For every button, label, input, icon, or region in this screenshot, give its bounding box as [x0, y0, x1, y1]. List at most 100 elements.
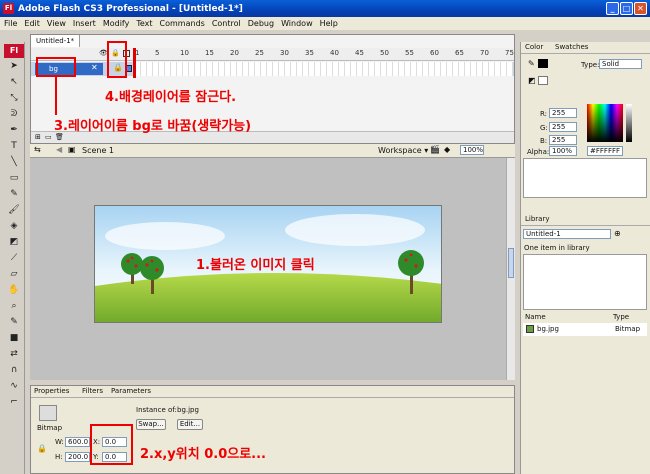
frame-number: 55	[405, 49, 414, 57]
new-folder-icon[interactable]: ▭	[45, 133, 52, 141]
frame-ruler[interactable]: 👁 🔒 1 5 10 15 20 25 30 35 40 45 50 55 60 65 70 75	[31, 48, 514, 61]
hand-tool-icon[interactable]: ✋	[7, 284, 21, 297]
stroke-swatch[interactable]	[538, 59, 548, 68]
snap-magnet-icon[interactable]: ∩	[7, 364, 21, 377]
bitmap-icon	[39, 405, 57, 421]
stage-vertical-scrollbar[interactable]	[506, 158, 515, 380]
menu-debug[interactable]: Debug	[248, 19, 274, 28]
timeline-toggle-icon[interactable]: ⇆	[34, 145, 41, 154]
layer-row[interactable]: bg ✕ 🔒	[31, 62, 514, 76]
paint-bucket-icon[interactable]: ◩	[7, 236, 21, 249]
tab-color[interactable]: Color	[525, 42, 543, 53]
menu-help[interactable]: Help	[320, 19, 338, 28]
color-spectrum[interactable]	[587, 104, 623, 142]
annotation-box-xy	[90, 424, 133, 465]
frame-strip[interactable]	[135, 62, 513, 76]
width-field[interactable]: 600.0	[65, 437, 90, 447]
eraser-icon[interactable]: ▱	[7, 268, 21, 281]
delete-layer-icon[interactable]: 🗑	[55, 133, 64, 141]
playhead[interactable]	[133, 48, 136, 78]
line-tool-icon[interactable]: ╲	[7, 156, 21, 169]
frame-number: 20	[230, 49, 239, 57]
back-arrow-icon[interactable]: ◀	[56, 145, 62, 154]
brightness-slider[interactable]	[626, 104, 632, 142]
selection-tool-icon[interactable]: ➤	[7, 60, 21, 73]
edit-scene-icon[interactable]: 🎬	[430, 145, 440, 154]
menu-window[interactable]: Window	[281, 19, 313, 28]
menu-text[interactable]: Text	[136, 19, 152, 28]
instance-of-value: bg.jpg	[177, 406, 199, 414]
new-layer-icon[interactable]: ⊞	[35, 133, 41, 141]
height-field[interactable]: 200.0	[65, 452, 90, 462]
menu-view[interactable]: View	[47, 19, 66, 28]
frame-number: 25	[255, 49, 264, 57]
edit-symbols-icon[interactable]: ◆	[444, 145, 450, 154]
pen-tool-icon[interactable]: ✒	[7, 124, 21, 137]
stroke-pencil-icon[interactable]: ✎	[528, 59, 535, 68]
title-bar: Fl Adobe Flash CS3 Professional - [Untit…	[0, 0, 650, 17]
edit-bar: ⇆ ◀ ▣ Scene 1 Workspace ▾ 🎬 ◆ 100%	[30, 144, 515, 158]
library-preview	[523, 254, 647, 310]
type-select[interactable]: Solid	[599, 59, 642, 69]
smooth-icon[interactable]: ∿	[7, 380, 21, 393]
brush-tool-icon[interactable]: 🖌	[7, 204, 21, 217]
zoom-select[interactable]: 100%	[460, 145, 484, 155]
document-tab[interactable]: Untitled-1*	[31, 35, 81, 47]
menu-edit[interactable]: Edit	[24, 19, 40, 28]
zoom-tool-icon[interactable]: ⌕	[7, 300, 21, 313]
menu-insert[interactable]: Insert	[73, 19, 96, 28]
library-item-name[interactable]: bg.jpg	[537, 325, 559, 333]
frame-number: 45	[355, 49, 364, 57]
workspace-menu[interactable]: Workspace ▾	[378, 146, 428, 155]
green-field[interactable]: 255	[549, 122, 577, 132]
fill-swatch[interactable]	[538, 76, 548, 85]
menu-commands[interactable]: Commands	[160, 19, 205, 28]
free-transform-tool-icon[interactable]: ⤡	[7, 92, 21, 105]
g-label: G:	[540, 124, 548, 132]
pencil-tool-icon[interactable]: ✎	[7, 188, 21, 201]
ink-bottle-icon[interactable]: ◈	[7, 220, 21, 233]
tab-swatches[interactable]: Swatches	[555, 42, 588, 53]
lasso-tool-icon[interactable]: ᕲ	[7, 108, 21, 121]
red-field[interactable]: 255	[549, 108, 577, 118]
minimize-button[interactable]: _	[606, 2, 619, 15]
menu-control[interactable]: Control	[212, 19, 241, 28]
tab-library[interactable]: Library	[525, 214, 549, 225]
straighten-icon[interactable]: ⌐	[7, 396, 21, 409]
tab-parameters[interactable]: Parameters	[111, 386, 151, 397]
tab-properties[interactable]: Properties	[34, 386, 69, 397]
edit-button[interactable]: Edit...	[177, 419, 203, 430]
b-label: B:	[540, 137, 548, 145]
close-button[interactable]: ✕	[634, 2, 647, 15]
library-document-select[interactable]: Untitled-1	[523, 229, 611, 239]
tab-filters[interactable]: Filters	[82, 386, 103, 397]
blue-field[interactable]: 255	[549, 135, 577, 145]
maximize-button[interactable]: □	[620, 2, 633, 15]
swap-button[interactable]: Swap...	[136, 419, 166, 430]
constrain-lock-icon[interactable]: 🔒	[37, 444, 47, 453]
frame-number: 10	[180, 49, 189, 57]
frame-number: 5	[155, 49, 160, 57]
library-item-row[interactable]: bg.jpg Bitmap	[523, 323, 647, 336]
fill-color-icon[interactable]: ■	[7, 332, 21, 345]
new-library-panel-icon[interactable]: ⊕	[614, 229, 621, 238]
frame-number: 75	[505, 49, 514, 57]
rectangle-tool-icon[interactable]: ▭	[7, 172, 21, 185]
eyedropper-icon[interactable]: ⟋	[7, 252, 21, 265]
hex-field[interactable]: #FFFFFF	[587, 146, 623, 156]
color-preview	[523, 158, 647, 198]
subselection-tool-icon[interactable]: ↖	[7, 76, 21, 89]
fill-bucket-icon[interactable]: ◩	[528, 76, 536, 85]
scene-name[interactable]: Scene 1	[82, 146, 114, 155]
text-tool-icon[interactable]: T	[7, 140, 21, 153]
library-col-name[interactable]: Name	[525, 313, 546, 321]
menu-file[interactable]: File	[4, 19, 17, 28]
library-col-type[interactable]: Type	[613, 313, 629, 321]
menu-modify[interactable]: Modify	[103, 19, 130, 28]
alpha-field[interactable]: 100%	[549, 146, 577, 156]
layer-visibility-icon[interactable]: ✕	[91, 63, 98, 72]
stroke-color-icon[interactable]: ✎	[7, 316, 21, 329]
swap-colors-icon[interactable]: ⇄	[7, 348, 21, 361]
annotation-step1: 1.불러온 이미지 클릭	[196, 258, 315, 273]
scroll-thumb[interactable]	[508, 248, 514, 278]
